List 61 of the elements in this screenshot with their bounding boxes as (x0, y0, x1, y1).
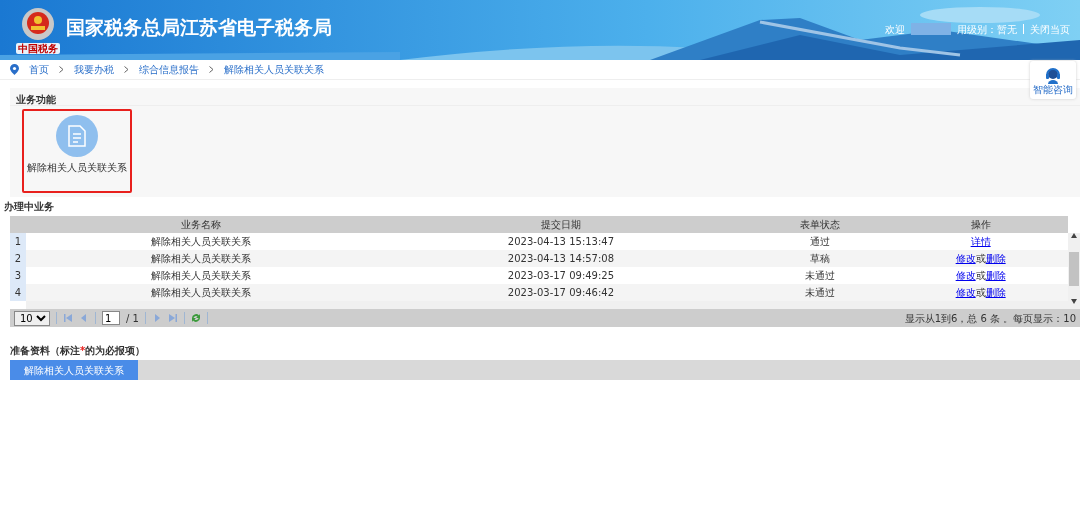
breadcrumb-link[interactable]: 首页 (29, 62, 49, 77)
column-header: 提交日期 (375, 216, 747, 233)
headset-icon (1044, 65, 1062, 84)
row-number: 3 (10, 267, 26, 284)
scrollbar-thumb[interactable] (1069, 251, 1079, 286)
welcome-text: 欢迎 (885, 22, 905, 37)
logo-caption: 中国税务 (16, 42, 60, 54)
action-separator-text: 或 (975, 287, 986, 298)
breadcrumb-link[interactable]: 我要办税 (74, 62, 114, 77)
table-cell: 2023-04-13 14:57:08 (375, 250, 747, 267)
action-separator-text: 或 (975, 253, 986, 264)
page-input[interactable]: 1 (102, 311, 120, 325)
row-number: 4 (10, 284, 26, 301)
previous-page-icon[interactable] (79, 313, 89, 323)
section-title: 办理中业务 (3, 200, 55, 214)
document-icon (56, 115, 98, 157)
scroll-down-icon[interactable] (1071, 299, 1077, 304)
pager-summary: 显示从1到6，总 6 条 。每页显示：10 (904, 311, 1076, 326)
table-cell: 解除相关人员关联关系 (26, 250, 376, 267)
site-title: 国家税务总局江苏省电子税务局 (66, 14, 332, 40)
redacted-block (911, 23, 951, 35)
breadcrumb-link[interactable]: 解除相关人员关联关系 (224, 62, 324, 77)
section-title: 准备资料（标注*的为必报项） (9, 344, 147, 358)
refresh-icon[interactable] (190, 313, 201, 323)
action-link[interactable]: 修改 (955, 270, 976, 281)
breadcrumb-link[interactable]: 综合信息报告 (139, 62, 199, 77)
column-header: 表单状态 (746, 216, 894, 233)
column-header: 业务名称 (26, 216, 376, 233)
breadcrumb-separator (209, 66, 214, 73)
location-pin-icon (10, 64, 19, 75)
table-cell: 解除相关人员关联关系 (26, 267, 376, 284)
table-cell: 2023-03-17 09:46:42 (375, 284, 747, 301)
action-link[interactable]: 删除 (985, 287, 1006, 298)
column-header: 操作 (893, 216, 1068, 233)
table-cell: 未通过 (746, 284, 894, 301)
table-cell: 2023-04-13 15:13:47 (375, 233, 747, 250)
table-cell: 解除相关人员关联关系 (26, 284, 376, 301)
row-number: 1 (10, 233, 26, 250)
row-number: 2 (10, 250, 26, 267)
table-cell: 通过 (746, 233, 894, 250)
action-link[interactable]: 删除 (985, 253, 1006, 264)
credit-level-text: 用级别：暂无 (957, 22, 1017, 37)
table-cell: 2023-03-17 09:49:25 (375, 267, 747, 284)
last-page-icon[interactable] (167, 313, 178, 323)
action-separator-text: 或 (975, 270, 986, 281)
first-page-icon[interactable] (63, 313, 73, 323)
scroll-up-icon[interactable] (1071, 233, 1077, 238)
table-cell: 未通过 (746, 267, 894, 284)
function-tile[interactable]: 解除相关人员关联关系 (22, 109, 132, 193)
table-cell: 解除相关人员关联关系 (26, 233, 376, 250)
breadcrumb-separator (124, 66, 129, 73)
action-link[interactable]: 详情 (970, 236, 991, 247)
emblem-icon (21, 6, 55, 43)
page-total-text: / 1 (126, 311, 139, 326)
action-link[interactable]: 修改 (955, 287, 976, 298)
action-link[interactable]: 删除 (985, 270, 1006, 281)
horizontal-scrollbar[interactable] (26, 301, 1080, 309)
page-size-select[interactable]: 10 (14, 310, 50, 326)
table-cell: 草稿 (746, 250, 894, 267)
action-link[interactable]: 修改 (955, 253, 976, 264)
breadcrumb-separator (59, 66, 64, 73)
